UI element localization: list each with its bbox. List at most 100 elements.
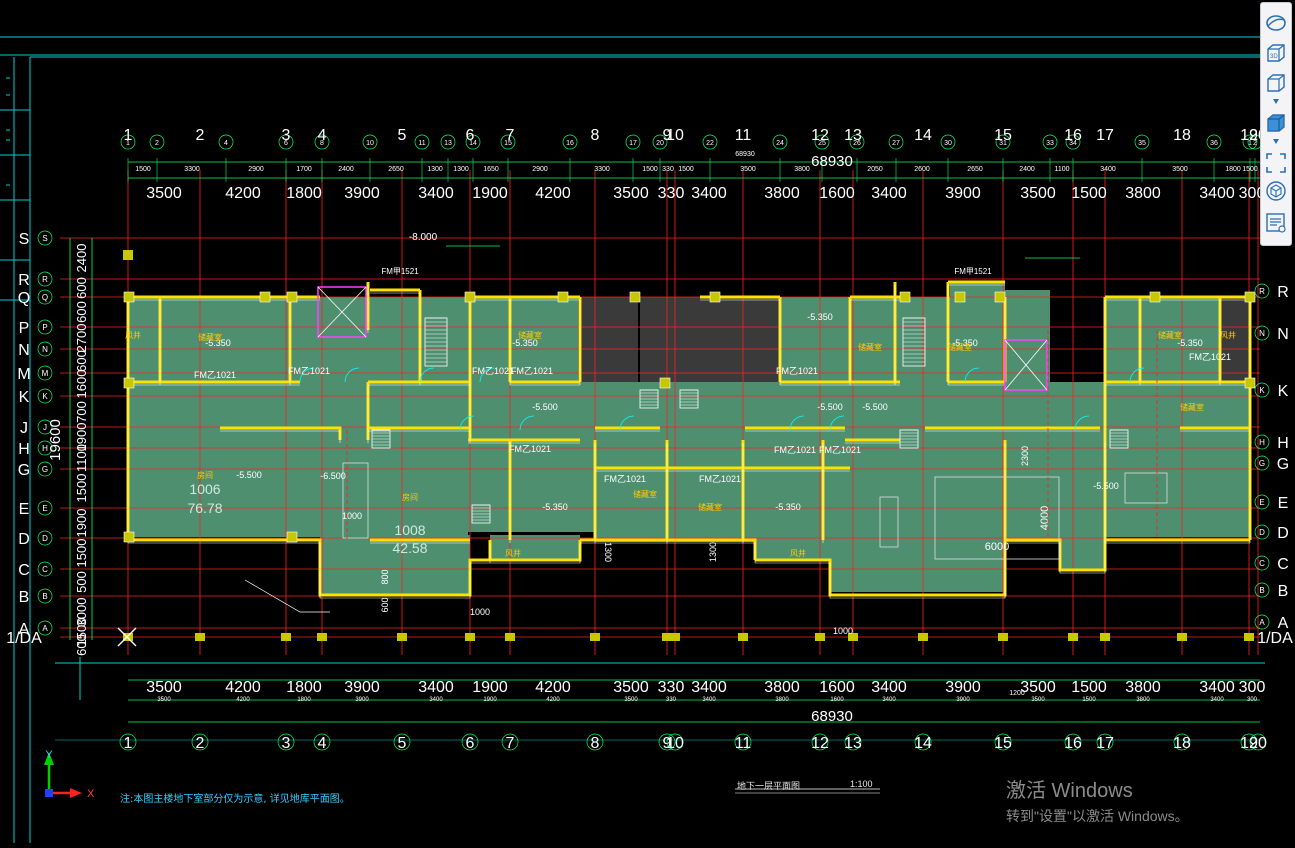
ucs-x-arrow xyxy=(70,788,82,798)
orbit-icon[interactable] xyxy=(1264,11,1288,35)
dimension-text: 1000 xyxy=(833,626,853,636)
elevation-label: -5.350 xyxy=(775,502,801,512)
row-axis-label-left: H xyxy=(18,441,30,458)
dimension-text-top: 3400 xyxy=(1199,185,1235,202)
properties-panel-icon[interactable] xyxy=(1264,211,1288,235)
elevation-label: -5.500 xyxy=(1093,481,1119,491)
dimension-text-bottom: 1900 xyxy=(472,679,508,696)
column-footing xyxy=(465,633,475,641)
axis-label-bottom: 2 xyxy=(196,735,205,752)
dimension-text-bottom: 4200 xyxy=(225,679,261,696)
room-name: 储藏室 xyxy=(198,332,222,342)
dimension-text-bottom-small: 3500 xyxy=(624,697,638,703)
isometric-view-icon[interactable] xyxy=(1264,179,1288,203)
dimension-text-top: 1500 xyxy=(1071,185,1107,202)
dimension-text-top: 3400 xyxy=(418,185,454,202)
row-axis-label-small: S xyxy=(42,234,47,243)
dimension-text-small: 1650 xyxy=(483,166,499,173)
room-fill xyxy=(1105,382,1250,537)
view-toolbar: 3D xyxy=(1260,2,1292,246)
vertical-dimension-text: 1900 xyxy=(74,509,89,538)
zoom-extents-icon[interactable] xyxy=(1264,151,1288,175)
axis-label-bottom: 16 xyxy=(1064,735,1082,752)
dimension-text-small: 1500 xyxy=(135,166,151,173)
viewcube-selected-icon[interactable] xyxy=(1264,111,1288,135)
axis-label-top: 15 xyxy=(994,127,1012,144)
dimension-text-top: 4200 xyxy=(225,185,261,202)
dimension-text-bottom-small: 3500 xyxy=(157,697,171,703)
vertical-dimension-text: 1500 xyxy=(74,474,89,503)
door-tag: FM甲1521 xyxy=(954,267,992,276)
row-axis-label-right: D xyxy=(1277,525,1289,542)
room-name: 储藏室 xyxy=(1180,402,1204,412)
row-axis-label-left: R xyxy=(18,272,30,289)
dimension-text-small: 2600 xyxy=(914,166,930,173)
door-tag: FM乙1021 xyxy=(511,366,553,376)
row-axis-label-right: B xyxy=(1278,583,1289,600)
vertical-dimension-text: 500 xyxy=(74,571,89,593)
dimension-text-small: 1500 xyxy=(642,166,658,173)
structural-column xyxy=(123,531,135,543)
chevron-down-icon[interactable] xyxy=(1264,135,1288,149)
room-area: 42.58 xyxy=(392,540,427,556)
dimension-text-bottom-small: 1900 xyxy=(483,697,497,703)
structural-column xyxy=(709,291,721,303)
dimension-text-top: 3400 xyxy=(871,185,907,202)
dimension-text-bottom: 1600 xyxy=(819,679,855,696)
axis-label-top: 8 xyxy=(591,127,600,144)
dimension-text-top: 3500 xyxy=(1020,185,1056,202)
row-axis-label-small: P xyxy=(42,323,47,332)
dimension-text-bottom: 4200 xyxy=(535,679,571,696)
row-axis-label-left: K xyxy=(19,389,30,406)
structural-column xyxy=(259,291,271,303)
chevron-down-icon[interactable] xyxy=(1264,95,1288,109)
row-axis-label-small-right: H xyxy=(1259,438,1265,447)
box-view-icon[interactable] xyxy=(1264,71,1288,95)
dimension-text-small: 1500 xyxy=(1242,166,1258,173)
column-footing xyxy=(590,633,600,641)
dimension-text-bottom-small: 1500 xyxy=(1082,697,1096,703)
room-name: 储藏室 xyxy=(948,342,972,352)
room-name: 储藏室 xyxy=(858,342,882,352)
vertical-dimension-text: 2700 xyxy=(74,324,89,353)
axis-label-bottom: 4 xyxy=(318,735,327,752)
ucs-x-label: X xyxy=(87,788,95,800)
row-axis-label-small: M xyxy=(42,369,49,378)
axis-label-bottom: 8 xyxy=(591,735,600,752)
watermark-line1: 激活 Windows xyxy=(1006,780,1133,802)
dimension-text-bottom: 330 xyxy=(658,679,685,696)
structural-column xyxy=(123,291,135,303)
axis-label-top: 17 xyxy=(1096,127,1114,144)
ucs-origin xyxy=(45,789,53,797)
overall-dimension-top: 68930 xyxy=(811,153,853,170)
column-marker xyxy=(123,250,133,260)
axis-label-top: 5 xyxy=(398,127,407,144)
dimension-text-small: 1200 xyxy=(1009,690,1025,697)
row-axis-label-left: 1/DA xyxy=(6,630,42,647)
elevation-label: -5.350 xyxy=(542,502,568,512)
shaft-label: 风井 xyxy=(505,548,521,558)
elevation-label: -5.500 xyxy=(236,470,262,480)
door-tag: FM乙1021 xyxy=(194,370,236,380)
3d-view-icon[interactable]: 3D xyxy=(1264,41,1288,65)
row-axis-label-small-right: G xyxy=(1259,459,1265,468)
row-axis-label-left: J xyxy=(20,420,28,437)
dimension-text-bottom: 1500 xyxy=(1071,679,1107,696)
axis-label-top: 3 xyxy=(282,127,291,144)
axis-label-top: 12 xyxy=(811,127,829,144)
dimension-text: 1000 xyxy=(342,511,362,521)
axis-label-top: 18 xyxy=(1173,127,1191,144)
column-footing xyxy=(1244,633,1254,641)
room-fill xyxy=(595,382,845,542)
vertical-dimension-text: 1500 xyxy=(74,539,89,568)
row-axis-label-left: E xyxy=(19,501,30,518)
column-footing xyxy=(505,633,515,641)
axis-label-small: 35 xyxy=(1138,140,1146,147)
floor-plan-drawing[interactable]: 1 2 4 6 8 10 11 13 14 15 16 17 20 22 24 25 26 27 30 31 33 34 3… xyxy=(0,0,1295,843)
cad-viewport[interactable]: 1 2 4 6 8 10 11 13 14 15 16 17 20 22 24 25 26 27 30 31 33 34 3… xyxy=(0,0,1295,843)
level-label: -8.000 xyxy=(409,232,438,243)
structural-column xyxy=(1244,377,1256,389)
structural-column xyxy=(1244,291,1256,303)
dimension-text-top: 3900 xyxy=(344,185,380,202)
structural-column xyxy=(557,291,569,303)
